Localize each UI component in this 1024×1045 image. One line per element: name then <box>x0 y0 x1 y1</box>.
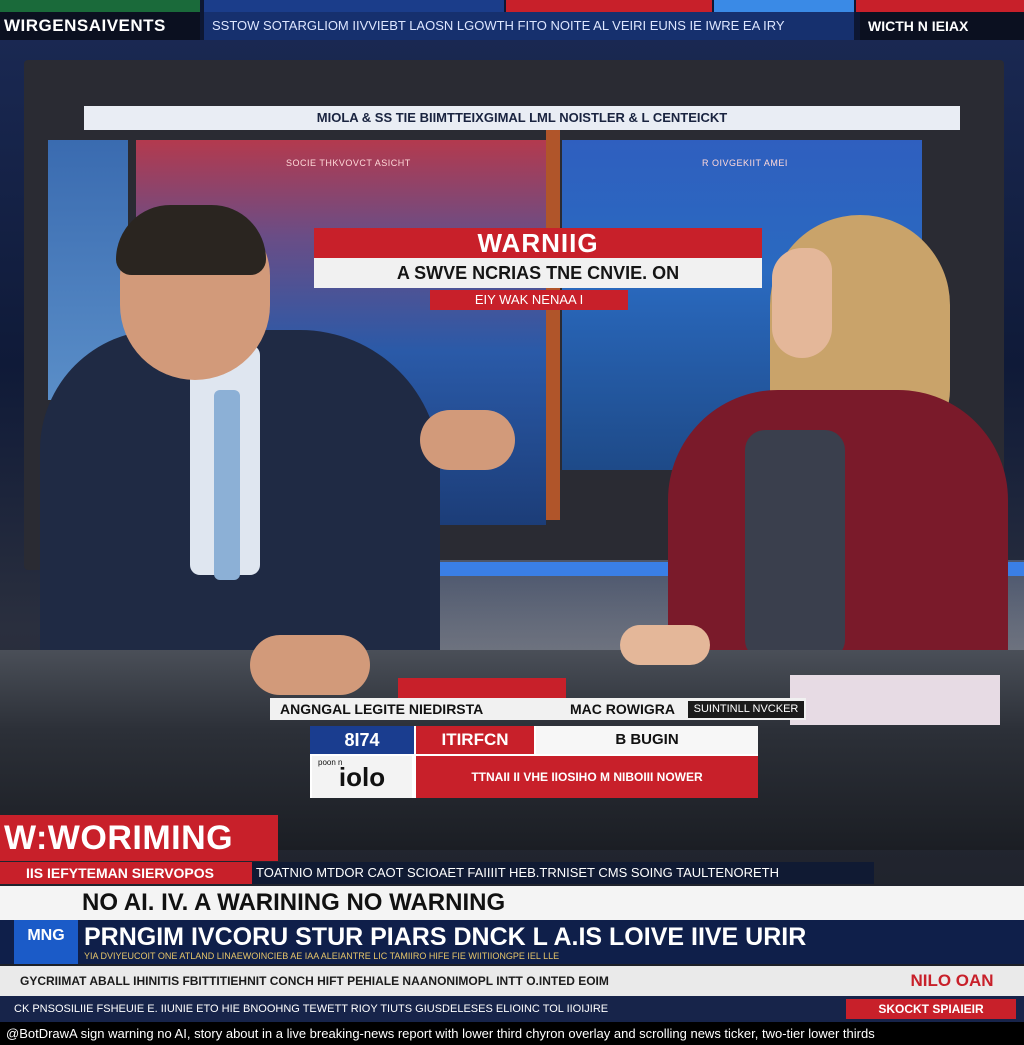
image-caption: @BotDrawA sign warning no AI, story abou… <box>0 1022 1024 1045</box>
lower-third-ticker-badge: NILO OAN <box>910 971 994 990</box>
warning-sign-title: WARNIIG <box>314 228 762 258</box>
breaking-flag: W:WORIMING <box>0 815 278 861</box>
top-ticker-label: WIRGENSAIVENTS <box>0 12 200 40</box>
desk-graphic-red: ITIRFCN <box>416 726 534 754</box>
news-crawl-badge: SKOCKT SPIAIEIR <box>846 999 1016 1019</box>
desk-graphic-ticker: TTNAII II VHE IIOSIHO M NIBOIII NOWER <box>416 756 758 798</box>
top-ticker-text: SSTOW SOTARGLIOM IIVVIEBT LAOSN LGOWTH F… <box>204 12 854 40</box>
lower-third-main-text: PRNGIM IVCORU STUR PIARS DNCK L A.IS LOI… <box>84 923 807 951</box>
warning-sign-subtitle: A SWVE NCRIAS TNE CNVIE. ON <box>314 258 762 288</box>
screen-left-label: SOCIE THKVOVCT ASICHT <box>286 158 411 168</box>
desk-logo-small: poon n <box>318 758 343 767</box>
video-wall-divider <box>546 130 560 520</box>
warning-sign-tag: EIY WAK NENAA I <box>430 290 628 310</box>
lower-third-main-subtext: YIA DVIYEUCOIT ONE ATLAND LINAEWOINCIEB … <box>84 951 560 961</box>
desk-nameplate-mid: MAC ROWIGRA <box>570 701 675 717</box>
news-crawl-text: CK PNSOSILIIE FSHEUIE E. IIUNIE ETO HIE … <box>14 1003 609 1015</box>
male-anchor-desk-hand <box>250 635 370 695</box>
female-anchor-face <box>772 248 832 358</box>
channel-logo: MNG <box>14 920 78 964</box>
desk-graphic-white: B BUGIN <box>536 726 758 754</box>
desk-papers <box>790 675 1000 725</box>
desk-nameplate-accent <box>398 678 566 698</box>
male-anchor-tie <box>214 390 240 580</box>
female-anchor-hands <box>620 625 710 665</box>
male-anchor-gesturing-hand <box>420 410 515 470</box>
female-anchor-top <box>745 430 845 660</box>
desk-nameplate-left: ANGNGAL LEGITE NIEDIRSTA <box>280 701 484 717</box>
lower-third-row1-label: IIS IEFYTEMAN SIERVOPOS <box>0 862 252 884</box>
lower-third-row1-text: TOATNIO MTDOR CAOT SCIOAET FAIIIIT HEB.T… <box>256 865 779 880</box>
desk-graphic-blue: 8I74 <box>310 726 414 754</box>
screen-right-label: R OIVGEKIIT AMEI <box>702 158 788 168</box>
desk-nameplate-right: SUINTINLL NVCKER <box>688 701 804 718</box>
top-ticker-right: WICTH N IEIAX <box>860 12 1024 40</box>
lower-third-ticker-text: GYCRIIMAT ABALL IHINITIS FBITTITIEHNIT C… <box>20 974 609 988</box>
lower-third-headline: NO AI. IV. A WARINING NO WARNING <box>0 886 1024 920</box>
male-anchor-hair <box>116 205 266 275</box>
video-wall-banner: MIOLA & SS TIE BIIMTTEIXGIMAL LML NOISTL… <box>84 106 960 130</box>
